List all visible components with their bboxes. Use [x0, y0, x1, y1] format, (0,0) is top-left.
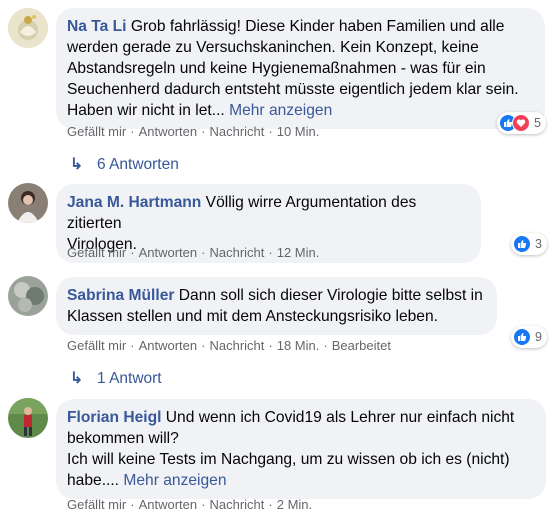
reply-arrow-icon: ↳ — [70, 370, 83, 387]
comment-actions: Gefällt mir · Antworten · Nachricht · 12 Min. — [67, 245, 320, 260]
reaction-count: 5 — [534, 116, 541, 130]
like-icon — [513, 235, 531, 253]
like-action[interactable]: Gefällt mir — [67, 497, 126, 512]
show-more-link[interactable]: Mehr anzeigen — [123, 472, 226, 489]
timestamp[interactable]: 18 Min. — [277, 338, 320, 353]
comment-actions: Gefällt mir · Antworten · Nachricht · 2 Min. — [67, 497, 313, 512]
avatar[interactable] — [8, 398, 48, 438]
message-action[interactable]: Nachricht — [209, 245, 264, 260]
avatar-image — [8, 183, 48, 223]
avatar[interactable] — [8, 276, 48, 316]
view-replies-link[interactable]: ↳ 6 Antworten — [70, 155, 179, 174]
like-action[interactable]: Gefällt mir — [67, 338, 126, 353]
reaction-summary[interactable]: 5 — [497, 112, 546, 134]
comment-text: Seuchenherd dadurch entsteht müsste eige… — [67, 81, 519, 98]
comment-text: bekommen will? — [67, 430, 179, 447]
avatar-image — [8, 276, 48, 316]
reply-action[interactable]: Antworten — [139, 497, 198, 512]
comment-text: werden gerade zu Versuchskaninchen. Kein… — [67, 39, 479, 56]
show-more-link[interactable]: Mehr anzeigen — [229, 102, 332, 119]
comment-text: Dann soll sich dieser Virologie bitte se… — [178, 287, 483, 304]
comment-bubble: Sabrina Müller Dann soll sich dieser Vir… — [56, 277, 497, 335]
comment-text: Abstandsregeln und keine Hygienemaßnahme… — [67, 60, 486, 77]
comment-text: Klassen stellen und mit dem Ansteckungsr… — [67, 308, 438, 325]
comment-text: Und wenn ich Covid19 als Lehrer nur einf… — [165, 409, 515, 426]
avatar[interactable] — [8, 8, 48, 48]
comment-author[interactable]: Na Ta Li — [67, 18, 127, 35]
view-replies-link[interactable]: ↳ 1 Antwort — [70, 369, 162, 388]
reaction-count: 3 — [535, 237, 542, 251]
replies-count: 6 Antworten — [97, 156, 179, 173]
comment-author[interactable]: Sabrina Müller — [67, 287, 174, 304]
comment-author[interactable]: Florian Heigl — [67, 409, 161, 426]
message-action[interactable]: Nachricht — [209, 497, 264, 512]
comment-text: Grob fahrlässig! Diese Kinder haben Fami… — [130, 18, 505, 35]
comment-actions: Gefällt mir · Antworten · Nachricht · 18 Min. ·… — [67, 338, 391, 353]
avatar-image — [8, 8, 48, 48]
like-icon — [513, 328, 531, 346]
reaction-count: 9 — [535, 330, 542, 344]
comment-text: Haben wir nicht in let... — [67, 102, 225, 119]
replies-count: 1 Antwort — [97, 370, 162, 387]
comment-text: Ich will keine Tests im Nachgang, um zu … — [67, 451, 510, 468]
message-action[interactable]: Nachricht — [209, 338, 264, 353]
reaction-summary[interactable]: 9 — [511, 326, 547, 348]
comment-text: habe.... — [67, 472, 120, 489]
like-action[interactable]: Gefällt mir — [67, 124, 126, 139]
comment-bubble: Na Ta Li Grob fahrlässig! Diese Kinder h… — [56, 8, 545, 129]
reaction-summary[interactable]: 3 — [511, 233, 547, 255]
love-icon — [512, 114, 530, 132]
avatar[interactable] — [8, 183, 48, 223]
edited-label[interactable]: Bearbeitet — [332, 338, 391, 353]
comment-actions: Gefällt mir · Antworten · Nachricht · 10 Min. — [67, 124, 320, 139]
reply-action[interactable]: Antworten — [139, 245, 198, 260]
comment-bubble: Florian Heigl Und wenn ich Covid19 als L… — [56, 399, 546, 499]
reply-action[interactable]: Antworten — [139, 338, 198, 353]
timestamp[interactable]: 2 Min. — [277, 497, 312, 512]
like-action[interactable]: Gefällt mir — [67, 245, 126, 260]
reply-arrow-icon: ↳ — [70, 156, 83, 173]
avatar-image — [8, 398, 48, 438]
reply-action[interactable]: Antworten — [139, 124, 198, 139]
message-action[interactable]: Nachricht — [209, 124, 264, 139]
timestamp[interactable]: 12 Min. — [277, 245, 320, 260]
timestamp[interactable]: 10 Min. — [277, 124, 320, 139]
comment-author[interactable]: Jana M. Hartmann — [67, 194, 201, 211]
